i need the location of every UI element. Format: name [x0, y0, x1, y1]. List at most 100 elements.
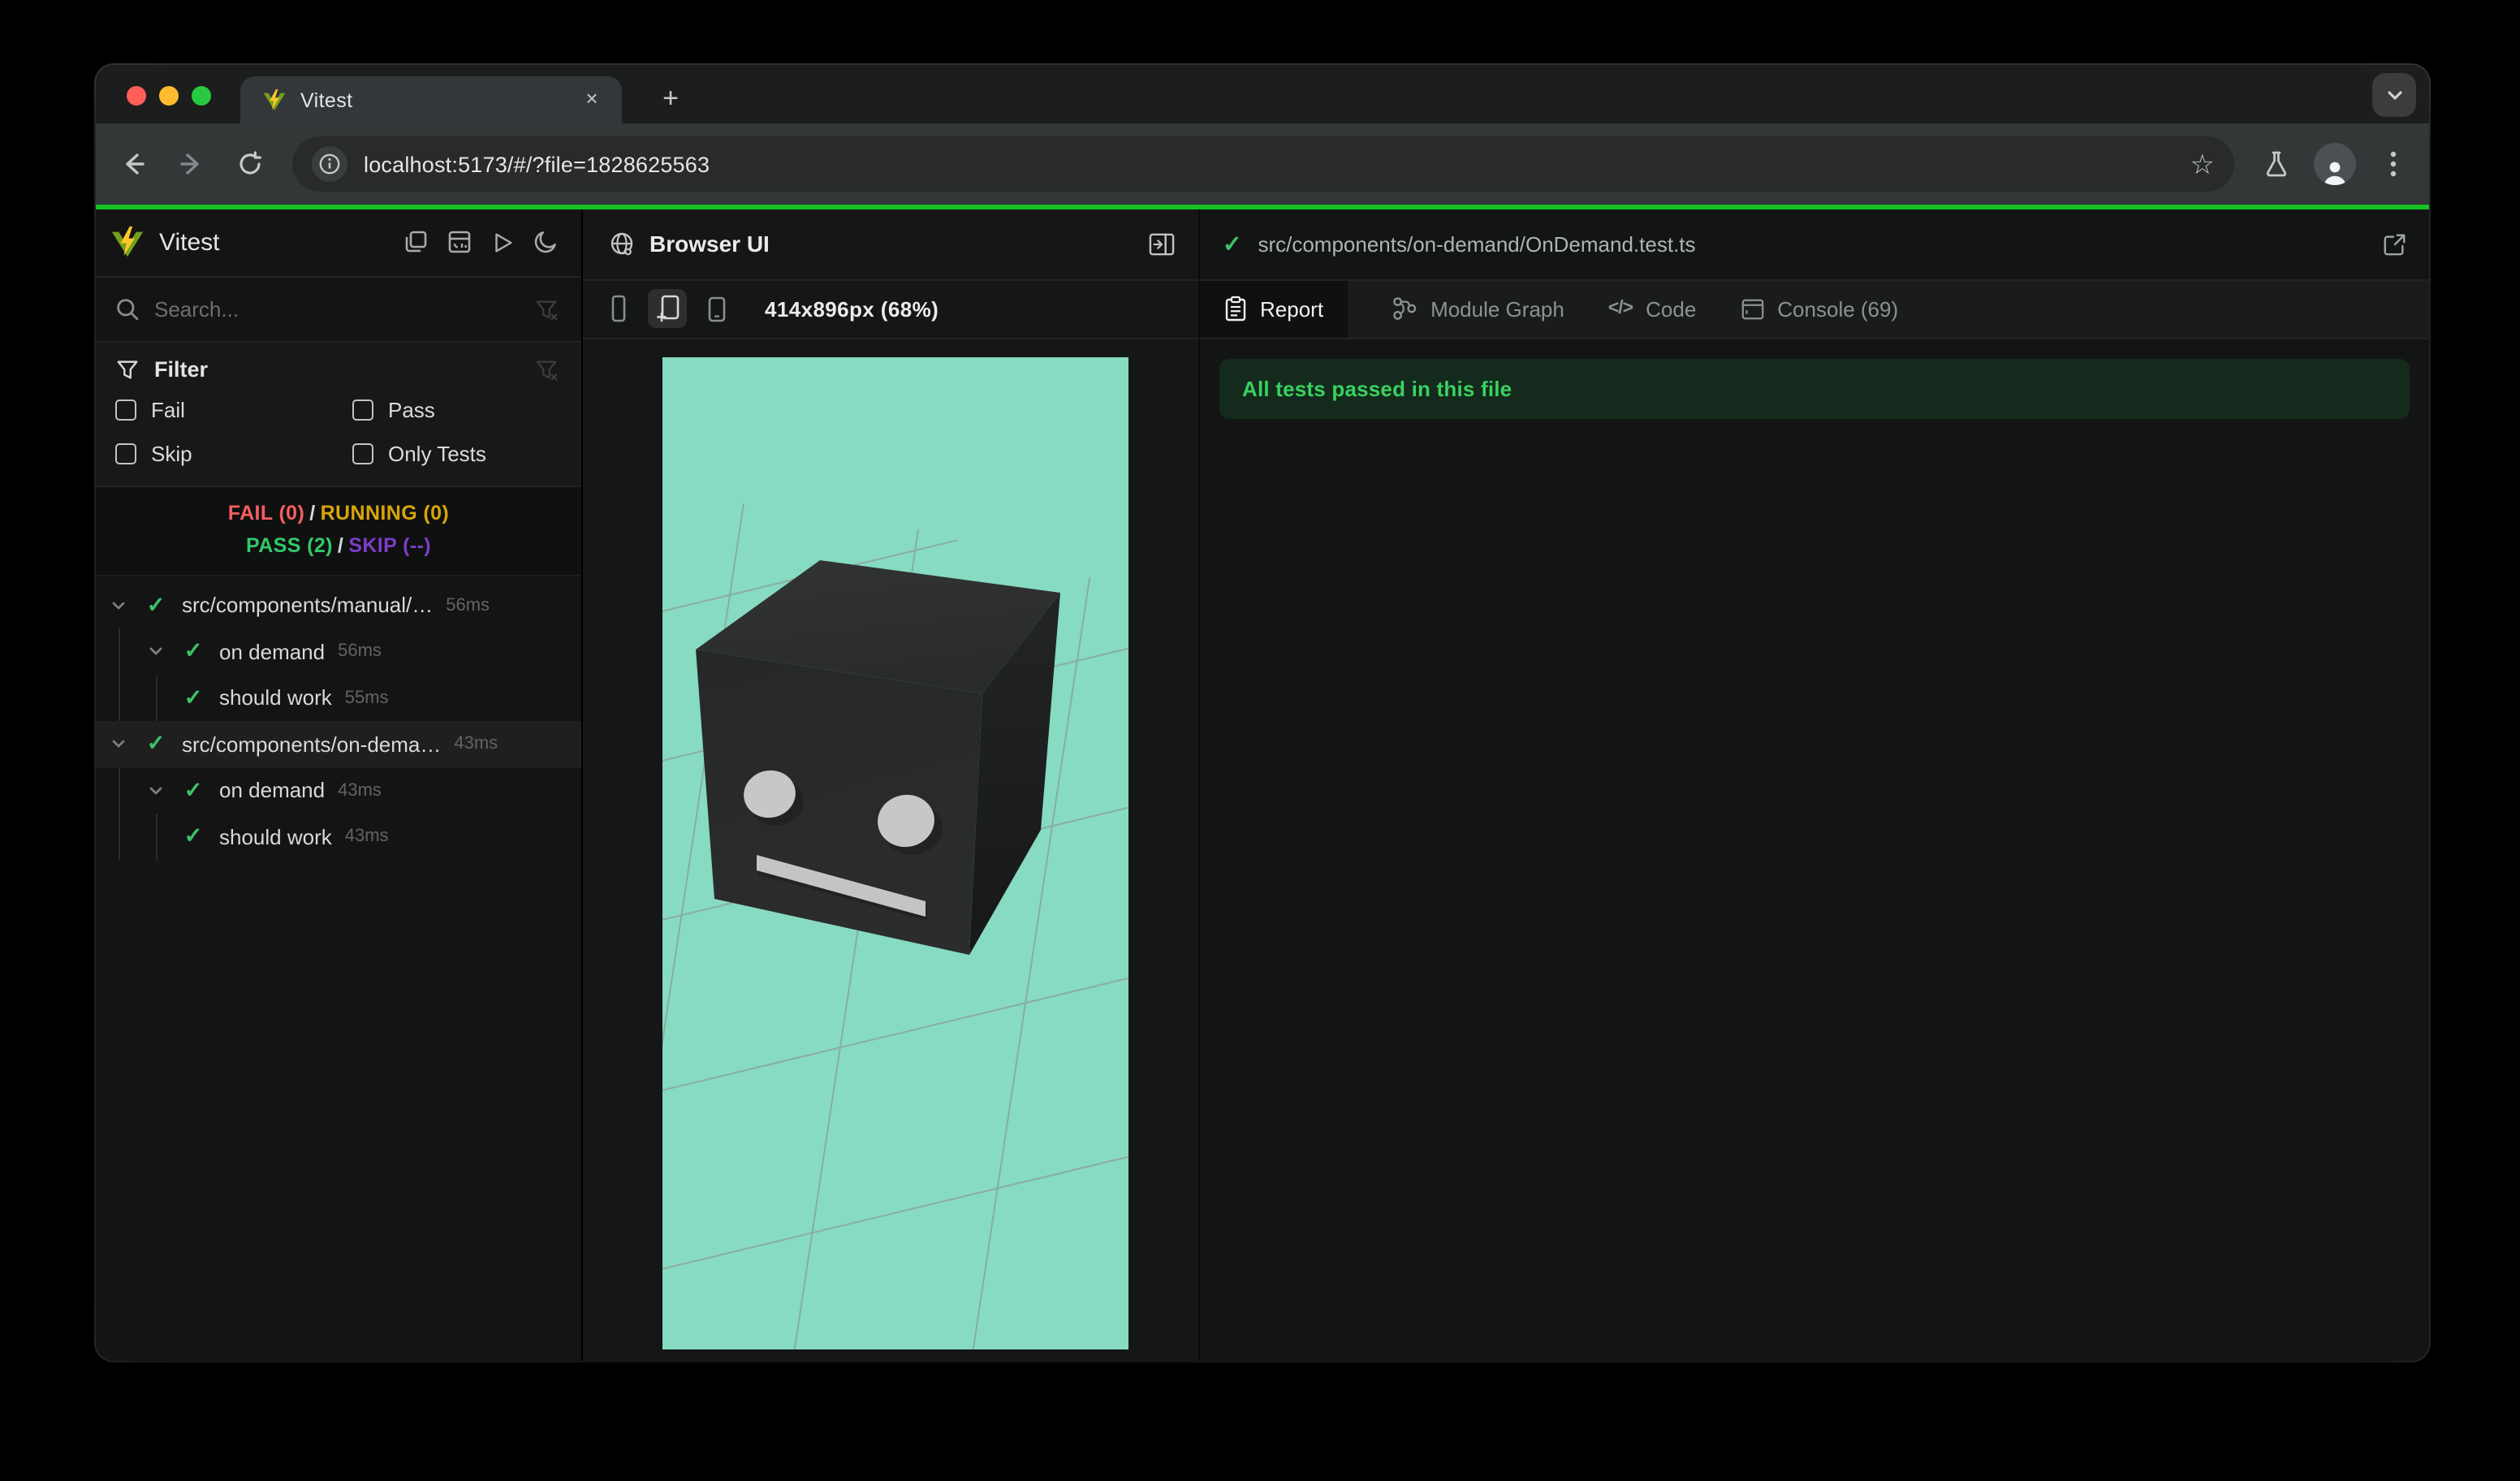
search-icon [117, 298, 139, 320]
viewport-dimensions: 414x896px (68%) [765, 296, 939, 321]
check-icon: ✓ [146, 592, 166, 617]
check-icon: ✓ [146, 731, 166, 756]
clipboard-icon [1225, 296, 1246, 322]
desktop: Vitest × + localhost:5173/#/?file=182862… [0, 0, 2520, 1481]
test-file-row[interactable]: ✓ src/components/manual/… 56ms [96, 582, 581, 628]
tab-module-graph[interactable]: Module Graph [1392, 280, 1564, 337]
checkbox[interactable] [115, 443, 136, 464]
test-status-summary: FAIL (0) / RUNNING (0) PASS (2) / SKIP (--) [96, 486, 581, 576]
minimize-window-button[interactable] [159, 86, 179, 106]
open-panel-right-icon[interactable] [1148, 231, 1176, 256]
dashboard-icon[interactable] [447, 229, 472, 255]
test-tree: ✓ src/components/manual/… 56ms ✓ on dema… [96, 576, 581, 860]
tab-title: Vitest [300, 89, 353, 111]
browser-menu-button[interactable] [2367, 138, 2419, 190]
file-path-header: ✓ src/components/on-demand/OnDemand.test… [1200, 209, 2429, 280]
tab-search-button[interactable] [2372, 73, 2416, 117]
back-button[interactable] [106, 136, 161, 192]
browser-ui-header: Browser UI [583, 209, 1198, 280]
filter-checkbox-fail[interactable]: Fail [115, 397, 352, 421]
tab-report[interactable]: Report [1200, 280, 1348, 337]
duration: 43ms [338, 780, 382, 801]
zoom-window-button[interactable] [192, 86, 211, 106]
tab-strip: Vitest × + [96, 65, 2429, 123]
report-panel: ✓ src/components/on-demand/OnDemand.test… [1200, 209, 2429, 1361]
url-bar[interactable]: localhost:5173/#/?file=1828625563 ☆ [292, 136, 2234, 192]
app-content: Vitest Filter [96, 209, 2429, 1361]
console-icon [1741, 298, 1763, 319]
info-icon [319, 153, 340, 175]
device-phone-plus-button[interactable] [648, 289, 687, 328]
duration: 55ms [344, 688, 389, 708]
avatar [2314, 143, 2356, 185]
run-all-icon[interactable] [490, 230, 515, 254]
skip-count: SKIP (--) [348, 534, 432, 557]
phone-short-icon [707, 296, 725, 322]
clear-filter-icon[interactable] [534, 296, 559, 321]
check-icon: ✓ [1223, 230, 1242, 256]
duration: 43ms [454, 734, 498, 754]
test-render-viewport[interactable] [662, 356, 1128, 1349]
tab-code[interactable]: </> Code [1608, 280, 1696, 337]
browser-ui-panel: Browser UI 414x896px (68%) [583, 209, 1200, 1361]
bookmark-star-icon[interactable]: ☆ [2190, 150, 2216, 178]
test-file-row-selected[interactable]: ✓ src/components/on-dema… 43ms [96, 721, 581, 767]
chevron-down-icon[interactable] [145, 779, 167, 802]
close-window-button[interactable] [127, 86, 146, 106]
file-path: src/components/on-demand/OnDemand.test.t… [1258, 231, 1696, 256]
experiments-button[interactable] [2250, 138, 2302, 190]
open-external-icon[interactable] [2382, 231, 2406, 256]
test-case-row[interactable]: ✓ should work 55ms [96, 675, 581, 721]
forward-button[interactable] [164, 136, 219, 192]
chevron-down-icon[interactable] [145, 641, 167, 663]
test-suite-row[interactable]: ✓ on demand 43ms [96, 767, 581, 814]
test-suite-row[interactable]: ✓ on demand 56ms [96, 628, 581, 675]
device-toolbar: 414x896px (68%) [583, 280, 1198, 339]
pass-count: PASS (2) [245, 534, 333, 557]
device-tablet-button[interactable] [697, 289, 736, 328]
checkbox[interactable] [352, 399, 373, 420]
running-count: RUNNING (0) [320, 501, 450, 524]
device-phone-small-button[interactable] [599, 289, 638, 328]
tab-close-icon[interactable]: × [578, 86, 606, 114]
check-icon: ✓ [183, 777, 203, 802]
browser-window: Vitest × + localhost:5173/#/?file=182862… [96, 65, 2429, 1361]
reload-button[interactable] [222, 136, 278, 192]
phone-narrow-icon [611, 295, 626, 322]
person-icon [2324, 162, 2345, 185]
new-tab-button[interactable]: + [648, 76, 693, 122]
kebab-menu-icon [2390, 151, 2397, 177]
site-info-button[interactable] [312, 146, 347, 182]
report-tab-bar: Report Module Graph </> Code Console (69… [1200, 280, 2429, 339]
phone-plus-icon [656, 295, 679, 322]
robot-cube [696, 559, 1060, 954]
funnel-icon [117, 360, 138, 378]
browser-tab[interactable]: Vitest × [240, 76, 622, 123]
back-arrow-icon [126, 153, 145, 175]
filter-title: Filter [154, 356, 209, 381]
dark-mode-moon-icon[interactable] [533, 229, 559, 255]
url-text[interactable]: localhost:5173/#/?file=1828625563 [364, 152, 2190, 176]
duration: 43ms [344, 827, 389, 847]
checkbox[interactable] [352, 443, 373, 464]
browser-toolbar: localhost:5173/#/?file=1828625563 ☆ [96, 123, 2429, 205]
collapse-windows-icon[interactable] [403, 229, 429, 255]
module-graph-icon [1393, 297, 1417, 320]
search-input[interactable] [154, 296, 534, 321]
chevron-down-icon[interactable] [107, 594, 130, 617]
filter-checkbox-pass[interactable]: Pass [352, 397, 559, 421]
vitest-favicon [263, 89, 286, 110]
checkbox[interactable] [115, 399, 136, 420]
tab-console[interactable]: Console (69) [1740, 280, 1898, 337]
search-row [96, 277, 581, 342]
clear-filter-icon[interactable] [534, 356, 559, 381]
check-icon: ✓ [183, 638, 203, 663]
filter-checkbox-skip[interactable]: Skip [115, 441, 352, 465]
chevron-down-icon[interactable] [107, 733, 130, 756]
forward-arrow-icon [180, 153, 199, 175]
filter-checkbox-only-tests[interactable]: Only Tests [352, 441, 559, 465]
rendered-3d-scene [662, 490, 1128, 1349]
test-case-row[interactable]: ✓ should work 43ms [96, 814, 581, 860]
fail-count: FAIL (0) [227, 501, 305, 524]
profile-button[interactable] [2309, 138, 2361, 190]
